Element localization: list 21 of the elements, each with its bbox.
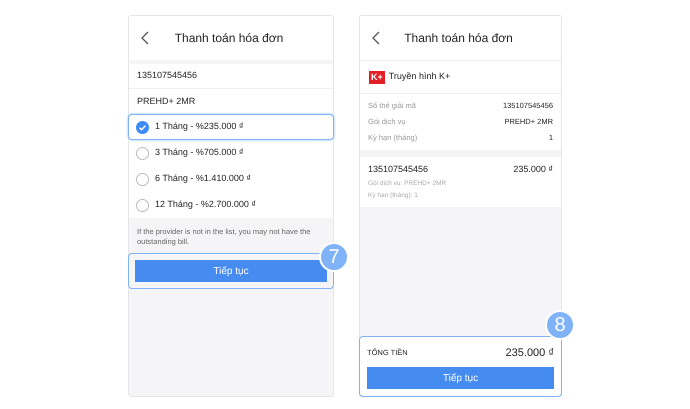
radio-icon [136,172,149,186]
radio-icon [136,198,149,212]
period-option[interactable]: 12 Tháng - %2.700.000 ₫ [128,192,334,218]
provider-logo: K+ [369,70,385,84]
period-option[interactable]: 3 Tháng - %705.000 ₫ [128,140,334,166]
package-name: PREHD+ 2MR [129,89,333,114]
back-icon[interactable] [141,31,149,45]
back-icon[interactable] [372,31,380,45]
period-option[interactable]: 1 Tháng - %235.000 ₫ [128,114,334,140]
step-number: 7 [319,242,349,272]
total-amount: 235.000 ₫ [506,346,554,360]
period-option[interactable]: 6 Tháng - %1.410.000 ₫ [128,166,334,192]
step-number: 8 [545,310,575,340]
screen-title: Thanh toán hóa đơn [403,30,514,47]
account-number: 135107545456 [129,64,333,89]
item-amount: 235.000 ₫ [513,163,553,176]
item-title: 135107545456 [368,163,428,176]
provider-name: Truyền hình K+ [388,70,450,84]
screen-title: Thanh toán hóa đơn [174,30,284,47]
radio-icon [136,146,149,160]
checked-radio-icon [136,120,149,134]
